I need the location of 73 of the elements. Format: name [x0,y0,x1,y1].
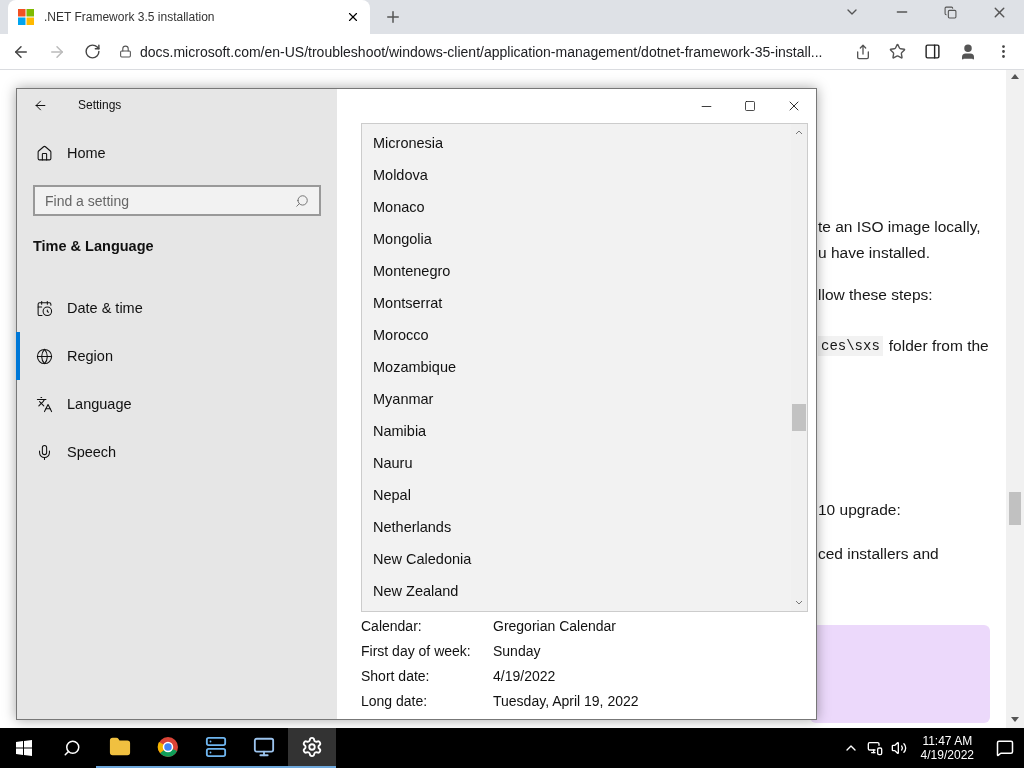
nav-item[interactable]: Language [16,380,337,428]
format-label: Calendar: [361,617,423,634]
list-item[interactable]: Montserrat [362,287,791,319]
close-icon[interactable] [346,10,360,24]
profile-icon[interactable] [959,42,977,61]
list-item[interactable]: Mongolia [362,223,791,255]
list-item[interactable]: Nepal [362,479,791,511]
tab-title: .NET Framework 3.5 installation [44,10,216,24]
page-scrollbar[interactable] [1006,70,1024,728]
lock-icon [119,45,132,58]
body-text: te an ISO image locally, [818,217,981,237]
monitor-icon[interactable] [253,736,275,758]
list-item[interactable]: New Zealand [362,575,791,607]
search-icon[interactable] [63,739,81,757]
clock-time[interactable]: 11:47 AM [922,734,973,748]
gear-icon[interactable] [301,736,323,758]
calendar-icon [36,299,53,317]
address-field[interactable]: docs.microsoft.com/en-US/troubleshoot/windows-client/application-management/dotnet-framework-35-install... [140,43,823,60]
body-text: 10 upgrade: [818,500,901,520]
nav-item[interactable]: Region [16,332,337,380]
language-icon [36,395,53,413]
folder-icon[interactable] [109,736,131,758]
microphone-icon [36,443,53,461]
back-icon[interactable] [33,97,48,113]
region-dropdown-list[interactable]: Micronesia Moldova Monaco Mongolia Montenegro Montserrat Morocco Mozambique Myanmar Namibia Nauru Nepal Netherlands New Caledonia New Zealand [361,123,808,612]
list-item[interactable]: Morocco [362,319,791,351]
logo-icon [18,9,34,25]
format-value: Sunday [493,642,541,659]
body-text: llow these steps: [818,285,933,305]
volume-icon[interactable] [890,740,907,756]
window-title: Settings [78,98,122,112]
list-item[interactable]: Netherlands [362,511,791,543]
restore-icon[interactable] [944,5,957,19]
start-icon[interactable] [16,740,32,756]
notification-icon[interactable] [996,739,1014,757]
clock-date[interactable]: 4/19/2022 [920,748,974,762]
body-text: u have installed. [818,243,931,263]
globe-icon [36,347,53,365]
browser-tab[interactable]: .NET Framework 3.5 installation [8,0,370,34]
list-item[interactable]: Micronesia [362,127,791,159]
search-field[interactable]: Find a setting [33,185,321,216]
nav-item[interactable]: Home [16,129,337,177]
format-value: 4/19/2022 [493,667,556,684]
section-title: Time & Language [33,238,155,254]
maximize-icon[interactable] [744,100,756,112]
format-value: Tuesday, April 19, 2022 [493,692,639,709]
format-value: Gregorian Calendar [493,617,616,634]
new-tab-icon[interactable] [384,8,402,26]
browser-icon[interactable] [157,736,179,758]
side-panel-icon[interactable] [924,43,941,60]
star-icon[interactable] [889,43,906,60]
format-label: Long date: [361,692,429,709]
nav-item[interactable]: Speech [16,428,337,476]
list-item[interactable]: Moldova [362,159,791,191]
search-icon [295,193,309,208]
code-text: ces\sxs [818,336,883,356]
network-icon[interactable] [866,740,883,756]
list-item[interactable]: Mozambique [362,351,791,383]
reload-icon[interactable] [84,43,101,60]
body-text: folder from the [888,336,989,356]
format-label: First day of week: [361,642,472,659]
body-text: ced installers and [818,544,939,564]
home-icon [36,144,53,162]
list-item[interactable]: Myanmar [362,383,791,415]
server-icon[interactable] [205,736,227,758]
format-label: Short date: [361,667,431,684]
list-item[interactable]: Namibia [362,415,791,447]
list-item[interactable]: Monaco [362,191,791,223]
nav-item[interactable]: Date & time [16,284,337,332]
list-item[interactable]: Nauru [362,447,791,479]
list-item[interactable]: Montenegro [362,255,791,287]
list-item[interactable]: New Caledonia [362,543,791,575]
share-icon[interactable] [855,43,871,60]
